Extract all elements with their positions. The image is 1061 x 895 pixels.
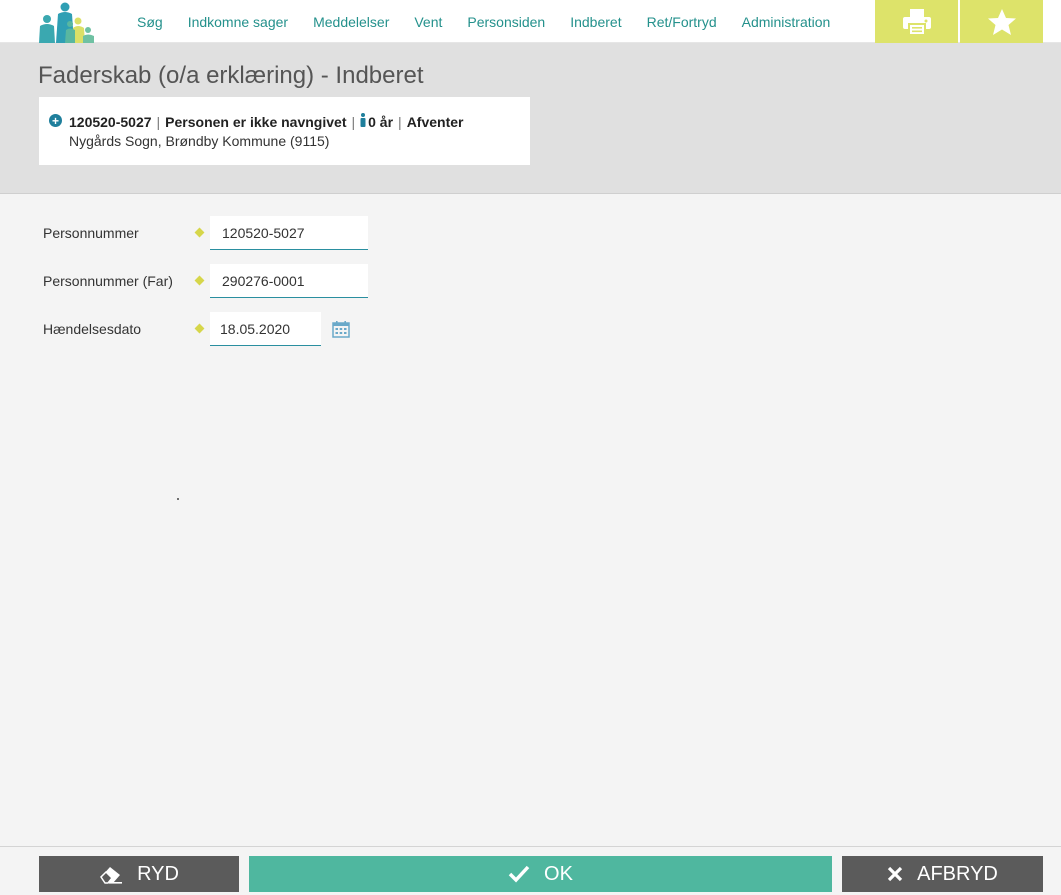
close-icon [887, 866, 903, 882]
nav-item-administration[interactable]: Administration [742, 14, 831, 30]
person-icon [360, 113, 366, 130]
eraser-icon [99, 864, 123, 884]
nav-item-vent[interactable]: Vent [414, 14, 442, 30]
ok-button-label: OK [544, 862, 573, 885]
main-nav: Søg Indkomne sager Meddelelser Vent Pers… [137, 0, 855, 43]
haendelsesdato-label: Hændelsesdato [43, 321, 142, 337]
required-icon [194, 275, 205, 286]
stray-dot [177, 498, 179, 500]
personnummer-far-label: Personnummer (Far) [43, 273, 173, 289]
personnummer-far-input[interactable] [210, 264, 368, 298]
top-navigation-bar: Søg Indkomne sager Meddelelser Vent Pers… [0, 0, 1061, 43]
page-header: Faderskab (o/a erklæring) - Indberet + 1… [0, 43, 1061, 194]
ok-button[interactable]: OK [249, 856, 832, 892]
cancel-button-label: AFBRYD [917, 862, 998, 885]
haendelsesdato-input[interactable] [210, 312, 321, 346]
nav-item-meddelelser[interactable]: Meddelelser [313, 14, 389, 30]
clear-button-label: RYD [137, 862, 179, 885]
app-logo[interactable] [38, 2, 96, 43]
required-icon [194, 227, 205, 238]
form-row-personnummer: Personnummer [43, 216, 403, 250]
star-icon [987, 8, 1016, 35]
clear-button[interactable]: RYD [39, 856, 239, 892]
nav-item-ret-fortryd[interactable]: Ret/Fortryd [647, 14, 717, 30]
personnummer-label: Personnummer [43, 225, 139, 241]
person-summary-line: 120520-5027 | Personen er ikke navngivet… [69, 113, 463, 130]
person-age: 0 år [368, 113, 394, 130]
personnummer-input[interactable] [210, 216, 368, 250]
form-row-personnummer-far: Personnummer (Far) [43, 264, 403, 298]
person-cpr: 120520-5027 [69, 113, 152, 130]
separator: | [351, 113, 356, 130]
person-status: Afventer [406, 113, 464, 130]
checkmark-icon [508, 865, 530, 883]
print-button[interactable] [875, 0, 958, 43]
cancel-button[interactable]: AFBRYD [842, 856, 1043, 892]
print-icon [902, 8, 931, 36]
person-name: Personen er ikke navngivet [165, 113, 347, 130]
required-icon [194, 323, 205, 334]
separator: | [398, 113, 402, 130]
nav-item-sog[interactable]: Søg [137, 14, 163, 30]
action-bar: RYD OK AFBRYD [0, 846, 1061, 895]
person-address: Nygårds Sogn, Brøndby Kommune (9115) [69, 133, 330, 149]
calendar-icon[interactable] [332, 320, 350, 338]
nav-item-personsiden[interactable]: Personsiden [467, 14, 545, 30]
person-summary-card: + 120520-5027 | Personen er ikke navngiv… [39, 97, 530, 165]
expand-plus-icon[interactable]: + [49, 114, 62, 127]
family-logo-icon [39, 2, 94, 43]
nav-item-indkomne-sager[interactable]: Indkomne sager [188, 14, 288, 30]
separator: | [156, 113, 161, 130]
favorite-button[interactable] [960, 0, 1043, 43]
form-row-haendelsesdato: Hændelsesdato [43, 312, 403, 346]
nav-item-indberet[interactable]: Indberet [570, 14, 621, 30]
page-title: Faderskab (o/a erklæring) - Indberet [38, 62, 424, 89]
